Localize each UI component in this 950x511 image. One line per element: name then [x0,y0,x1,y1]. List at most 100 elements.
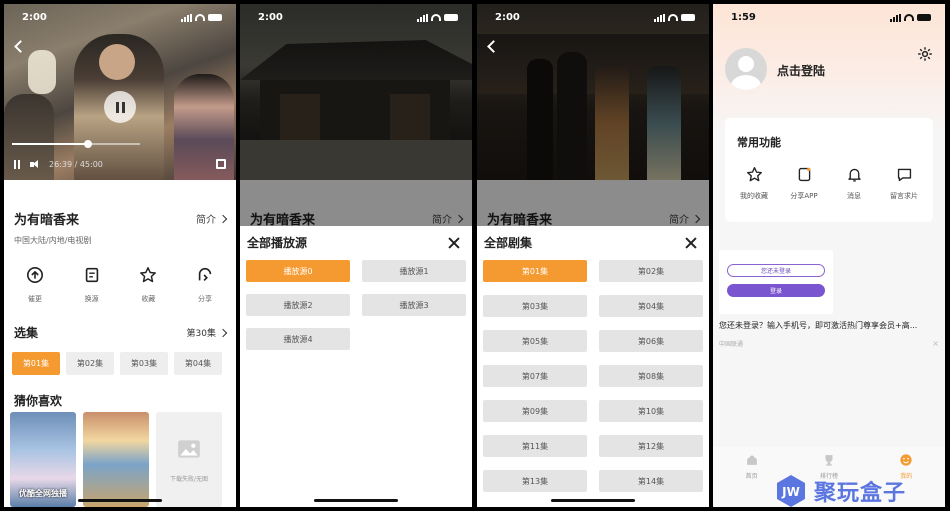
image-placeholder-icon [178,440,200,458]
progress-knob[interactable] [83,140,92,148]
volume-icon[interactable] [30,159,41,169]
episode-button[interactable]: 第03集 [483,295,587,317]
recommend-card[interactable] [83,412,149,507]
phone-screen-detail: 2:00 26:39 / 45:00 为有暗香来 简介 中国大陆/内地/电视剧 [4,4,236,507]
episode-button[interactable]: 第09集 [483,400,587,422]
intro-label: 简介 [196,215,216,226]
phone-screen-episodes: 2:00 为有暗香来 简介 全部剧集 第01集 第02集 第03集 第04集 第… [477,4,709,507]
card-title: 常用功能 [737,136,781,149]
episode-button[interactable]: 第10集 [599,400,703,422]
avatar[interactable] [725,48,767,90]
gear-icon[interactable] [917,46,933,62]
chevron-right-icon [218,214,228,223]
episode-button[interactable]: 第08集 [599,365,703,387]
source-button[interactable]: 播放源3 [362,294,466,316]
episode-button[interactable]: 第01集 [12,352,60,375]
feature-share-app[interactable]: 分享APP [781,166,827,201]
watermark-text: 聚玩盒子 [814,481,907,506]
ad-banner[interactable]: 您还未登录 登录 [719,250,833,314]
sources-sheet: 全部播放源 播放源0 播放源1 播放源2 播放源3 播放源4 [240,226,472,507]
login-link[interactable]: 点击登陆 [777,62,825,79]
episode-button[interactable]: 第11集 [483,435,587,457]
episode-button[interactable]: 第12集 [599,435,703,457]
episode-button[interactable]: 第07集 [483,365,587,387]
recommend-caption: 优酷全网独播 [19,489,67,498]
episode-button[interactable]: 第13集 [483,470,587,492]
feature-favorites[interactable]: 我的收藏 [731,166,777,201]
intro-link[interactable]: 简介 [196,211,228,226]
action-favorite[interactable]: 收藏 [125,266,171,304]
episode-button[interactable]: 第14集 [599,470,703,492]
common-functions-card: 常用功能 我的收藏 分享APP 消息 留言求片 [725,118,933,222]
home-indicator [551,499,635,502]
episode-button[interactable]: 第02集 [66,352,114,375]
pause-small-icon[interactable] [14,159,20,169]
feature-request[interactable]: 留言求片 [881,166,927,201]
episodes-grid: 第01集 第02集 第03集 第04集 第05集 第06集 第07集 第08集 … [483,260,703,492]
episode-button[interactable]: 第03集 [120,352,168,375]
episode-button[interactable]: 第02集 [599,260,703,282]
episode-button[interactable]: 第06集 [599,330,703,352]
dim-overlay[interactable] [240,4,472,226]
action-label: 换源 [84,295,99,303]
recommend-list: 优酷全网独播 下载失败/无图 [10,412,222,507]
back-icon[interactable] [14,40,27,53]
episode-button[interactable]: 第05集 [483,330,587,352]
signal-icon [890,13,901,22]
wifi-icon [195,14,205,21]
status-bar: 2:00 [240,4,472,31]
tab-home[interactable]: 首页 [727,453,777,507]
status-bar: 1:59 [713,4,945,31]
episode-button[interactable]: 第01集 [483,260,587,282]
status-icons [654,13,695,22]
feature-row: 我的收藏 分享APP 消息 留言求片 [731,166,927,201]
battery-icon [208,14,222,21]
close-icon[interactable] [685,237,697,249]
signal-icon [181,13,192,22]
dim-overlay[interactable] [477,4,709,226]
episode-button[interactable]: 第04集 [174,352,222,375]
progress-bar[interactable] [12,140,140,148]
recommend-heading: 猜你喜欢 [14,394,63,408]
action-urge[interactable]: 催更 [12,266,58,304]
feature-messages[interactable]: 消息 [831,166,877,201]
status-time: 2:00 [258,12,283,23]
smile-icon [900,454,912,466]
episode-button[interactable]: 第04集 [599,295,703,317]
recommend-card[interactable]: 下载失败/无图 [156,412,222,507]
pause-button[interactable] [104,91,136,123]
status-bar: 2:00 [477,4,709,31]
ad-login-button[interactable]: 登录 [727,284,825,297]
action-label: 催更 [28,295,42,303]
wifi-icon [904,14,914,21]
source-button[interactable]: 播放源0 [246,260,350,282]
share-icon [198,267,212,281]
switch-source-icon [85,267,98,283]
close-icon[interactable] [448,237,460,249]
home-icon [746,455,757,465]
episode-row: 第01集 第02集 第03集 第04集 [12,352,222,375]
source-button[interactable]: 播放源2 [246,294,350,316]
upload-circle-icon [26,266,44,284]
sheet-title: 全部剧集 [484,236,533,250]
watermark-logo-icon: JW [777,475,805,507]
action-label: 分享 [197,295,212,303]
source-button[interactable]: 播放源4 [246,328,350,350]
star-icon [140,267,157,283]
sheet-title: 全部播放源 [247,236,308,250]
recommend-card[interactable]: 优酷全网独播 [10,412,76,507]
action-switch-source[interactable]: 换源 [69,266,115,304]
fullscreen-icon[interactable] [216,159,226,169]
show-title: 为有暗香来 [14,213,80,228]
action-share[interactable]: 分享 [182,266,228,304]
episodes-count-link[interactable]: 第30集 [187,326,228,339]
ad-text[interactable]: 您还未登录？输入手机号，即可激活热门尊享会员+高... [719,320,939,331]
feature-label: 分享APP [790,192,818,200]
time-display: 26:39 / 45:00 [49,159,103,169]
source-button[interactable]: 播放源1 [362,260,466,282]
tab-label: 首页 [745,473,758,480]
bell-icon [847,168,861,182]
episodes-heading: 选集 [14,326,39,340]
ad-close-icon[interactable]: × [932,339,939,348]
chevron-right-icon [218,328,228,337]
